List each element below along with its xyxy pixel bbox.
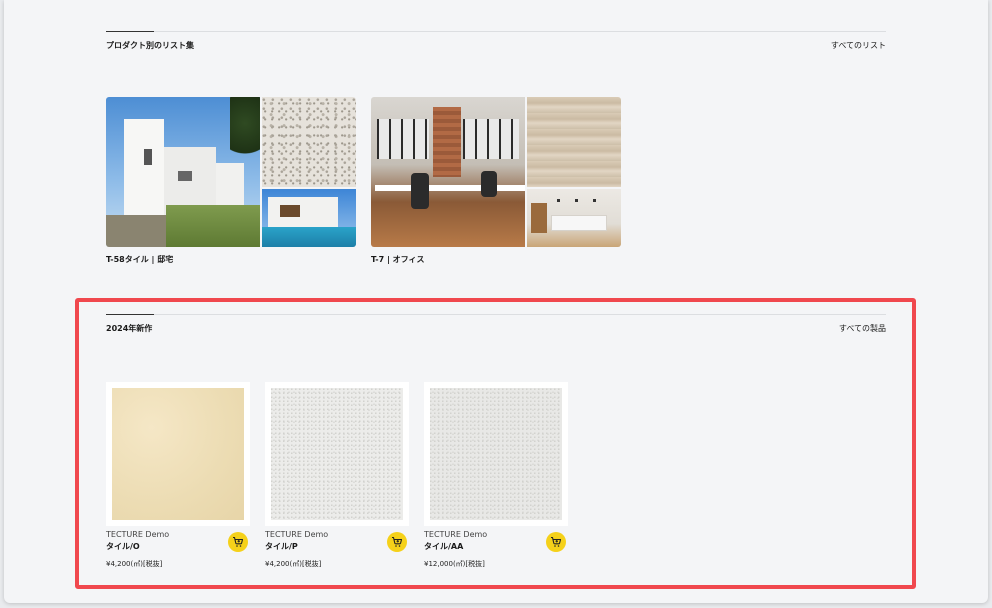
product-brand: TECTURE Demo: [106, 530, 170, 539]
product-thumbnail[interactable]: [265, 382, 409, 526]
product-thumbnail[interactable]: [424, 382, 568, 526]
all-lists-link[interactable]: すべてのリスト: [831, 40, 886, 51]
section-title-new: 2024年新作: [106, 324, 153, 333]
page: プロダクト別のリスト集 すべてのリスト T-58タイル | 邸宅 T-7 | オ…: [4, 0, 988, 603]
wood-tile-photo: [527, 97, 621, 187]
terrazzo-tile-photo: [262, 97, 356, 187]
all-products-link[interactable]: すべての製品: [839, 323, 886, 334]
pool-house-photo: [262, 189, 356, 247]
villa-photo: [106, 97, 260, 247]
section-accent-line: [106, 314, 154, 315]
product-name[interactable]: タイル/O: [106, 541, 140, 552]
collection-label[interactable]: T-58タイル | 邸宅: [106, 254, 173, 265]
add-to-cart-button[interactable]: [228, 532, 248, 552]
product-price: ¥12,000(㎡)[税抜]: [424, 560, 485, 568]
section-title-lists: プロダクト別のリスト集: [106, 41, 194, 50]
add-to-cart-button[interactable]: [387, 532, 407, 552]
collection-label[interactable]: T-7 | オフィス: [371, 254, 425, 265]
section-lists-header: プロダクト別のリスト集 すべてのリスト: [106, 31, 886, 50]
product-brand: TECTURE Demo: [424, 530, 488, 539]
product-thumbnail[interactable]: [106, 382, 250, 526]
tile-image: [271, 388, 403, 520]
tile-image: [112, 388, 244, 520]
section-accent-line: [106, 31, 154, 32]
product-brand: TECTURE Demo: [265, 530, 329, 539]
product-price: ¥4,200(㎡)[税抜]: [265, 560, 322, 568]
cart-plus-icon: [551, 536, 562, 547]
add-to-cart-button[interactable]: [546, 532, 566, 552]
product-price: ¥4,200(㎡)[税抜]: [106, 560, 163, 568]
product-name[interactable]: タイル/AA: [424, 541, 463, 552]
kitchen-photo: [527, 189, 621, 247]
section-new-header: 2024年新作 すべての製品: [106, 314, 886, 333]
tile-image: [430, 388, 562, 520]
cart-plus-icon: [392, 536, 403, 547]
collection-card-villa[interactable]: [106, 97, 356, 247]
product-name[interactable]: タイル/P: [265, 541, 298, 552]
office-photo: [371, 97, 525, 247]
cart-plus-icon: [233, 536, 244, 547]
collection-card-office[interactable]: [371, 97, 621, 247]
